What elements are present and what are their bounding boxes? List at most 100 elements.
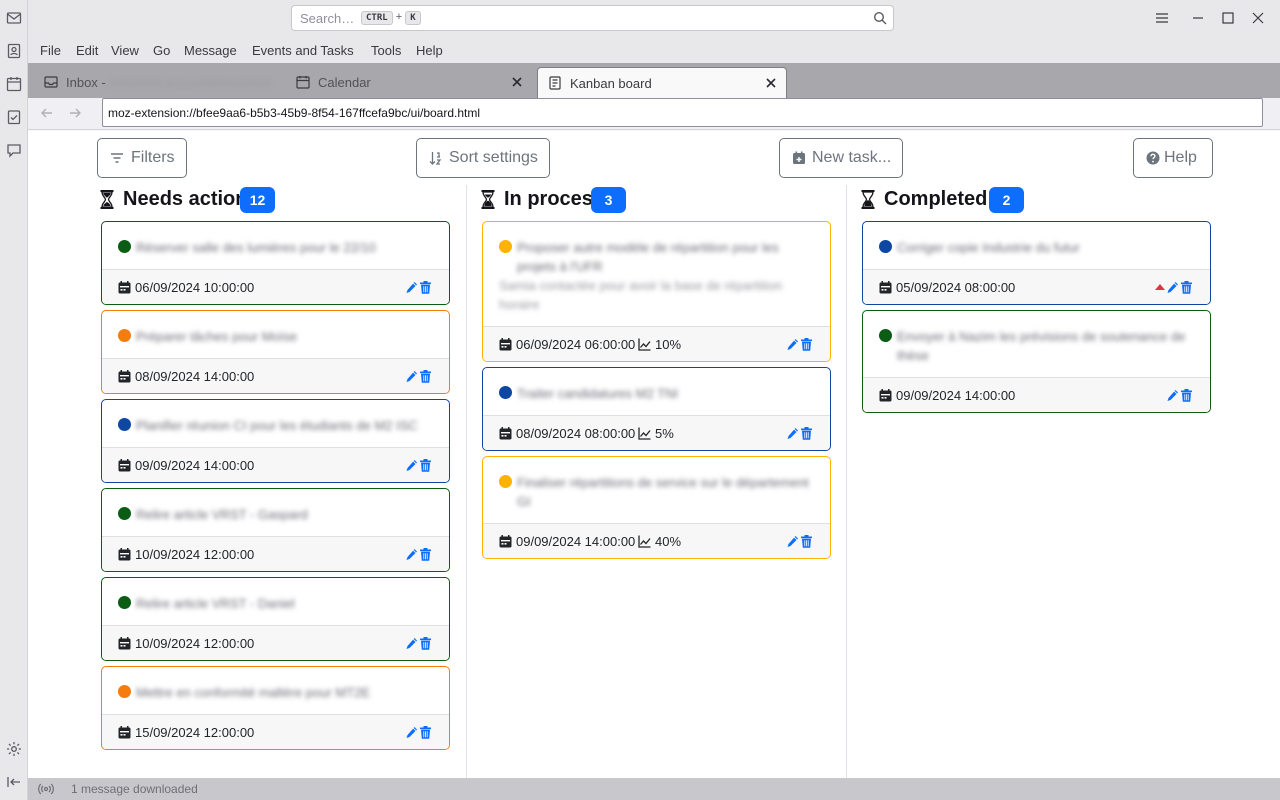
task-title: Finaliser répartitions de service sur le…	[517, 475, 809, 509]
url-field[interactable]: moz-extension://bfee9aa6-b5b3-45b9-8f54-…	[102, 98, 1263, 127]
task-card[interactable]: Traiter candidatures M2 TNI 08/09/2024 08…	[482, 367, 831, 451]
inbox-icon	[44, 75, 58, 89]
settings-gear-icon[interactable]	[6, 741, 22, 757]
menu-file[interactable]: File	[40, 43, 61, 58]
tab-kanban-board[interactable]: Kanban board	[537, 67, 787, 98]
edit-pencil-icon[interactable]	[405, 637, 418, 650]
edit-pencil-icon[interactable]	[405, 726, 418, 739]
minimize-icon[interactable]	[1190, 10, 1206, 26]
tab-inbox[interactable]: Inbox - redacted-account@example	[34, 67, 282, 98]
progress-chart-icon	[638, 338, 651, 351]
task-card[interactable]: Réserver salle des lumières pour le 22/1…	[101, 221, 450, 305]
task-title: Préparer tâches pour Moïse	[136, 329, 298, 344]
menu-message[interactable]: Message	[184, 43, 237, 58]
high-priority-icon	[1155, 284, 1165, 290]
task-description: Samia contactée pour avoir la base de ré…	[499, 278, 783, 312]
edit-pencil-icon[interactable]	[405, 281, 418, 294]
task-card[interactable]: Relire article VRST - Daniel 10/09/2024 1…	[101, 577, 450, 661]
menu-bar: File Edit View Go Message Events and Tas…	[28, 37, 1280, 63]
search-icon[interactable]	[873, 11, 887, 25]
menu-tools[interactable]: Tools	[371, 43, 401, 58]
task-card-footer: 08/09/2024 08:00:00 5%	[483, 415, 830, 450]
collapse-spaces-icon[interactable]	[6, 774, 22, 790]
delete-trash-icon[interactable]	[800, 535, 813, 548]
task-title: Mettre en conformité maltère pour MT2E	[136, 685, 371, 700]
edit-pencil-icon[interactable]	[786, 427, 799, 440]
task-title: Relire article VRST - Daniel	[136, 596, 295, 611]
column-title: In process	[504, 188, 605, 210]
progress-percent: 10%	[655, 337, 682, 352]
edit-pencil-icon[interactable]	[786, 338, 799, 351]
task-card-footer: 15/09/2024 12:00:00	[102, 714, 449, 749]
edit-pencil-icon[interactable]	[405, 548, 418, 561]
global-search-input[interactable]: Search… CTRL + K	[291, 5, 894, 31]
address-book-icon[interactable]	[6, 43, 22, 59]
column-title: Completed	[884, 188, 988, 210]
delete-trash-icon[interactable]	[1180, 281, 1193, 294]
back-arrow-icon[interactable]	[40, 106, 54, 120]
status-dot-icon	[118, 329, 131, 342]
task-card-body: Relire article VRST - Gaspard	[102, 489, 449, 536]
count-badge: 3	[591, 187, 626, 213]
close-tab-icon[interactable]	[510, 75, 524, 89]
menu-help[interactable]: Help	[416, 43, 443, 58]
delete-trash-icon[interactable]	[419, 726, 432, 739]
calendar-icon	[879, 389, 892, 402]
title-bar: Search… CTRL + K	[28, 0, 1280, 37]
delete-trash-icon[interactable]	[419, 370, 432, 383]
filters-button[interactable]: Filters	[97, 138, 187, 178]
chat-icon[interactable]	[6, 142, 22, 158]
edit-pencil-icon[interactable]	[1166, 281, 1179, 294]
status-dot-icon	[879, 329, 892, 342]
close-tab-icon[interactable]	[764, 76, 778, 90]
help-button[interactable]: Help	[1133, 138, 1213, 178]
close-window-icon[interactable]	[1250, 10, 1266, 26]
question-circle-icon	[1146, 151, 1160, 165]
delete-trash-icon[interactable]	[800, 338, 813, 351]
app-menu-icon[interactable]	[1154, 10, 1170, 26]
due-date: 09/09/2024 14:00:00	[135, 458, 255, 473]
task-card[interactable]: Relire article VRST - Gaspard 10/09/2024 …	[101, 488, 450, 572]
edit-pencil-icon[interactable]	[405, 459, 418, 472]
task-card[interactable]: Corriger copie Industrie du futur 05/09/2…	[862, 221, 1211, 305]
task-card[interactable]: Planifier réunion CI pour les étudiants …	[101, 399, 450, 483]
tab-calendar[interactable]: Calendar	[286, 67, 532, 98]
task-card-body: Proposer autre modèle de répartition pou…	[483, 222, 830, 326]
delete-trash-icon[interactable]	[800, 427, 813, 440]
task-card[interactable]: Préparer tâches pour Moïse 08/09/2024 14:…	[101, 310, 450, 394]
menu-edit[interactable]: Edit	[76, 43, 98, 58]
forward-arrow-icon[interactable]	[68, 106, 82, 120]
menu-events-and-tasks[interactable]: Events and Tasks	[252, 43, 354, 58]
sort-settings-button[interactable]: Sort settings	[416, 138, 550, 178]
calendar-icon	[118, 726, 131, 739]
edit-pencil-icon[interactable]	[786, 535, 799, 548]
task-card[interactable]: Finaliser répartitions de service sur le…	[482, 456, 831, 559]
hourglass-icon	[100, 190, 114, 209]
task-card-body: Réserver salle des lumières pour le 22/1…	[102, 222, 449, 269]
delete-trash-icon[interactable]	[419, 281, 432, 294]
url-text: moz-extension://bfee9aa6-b5b3-45b9-8f54-…	[108, 106, 481, 120]
edit-pencil-icon[interactable]	[405, 370, 418, 383]
tab-kanban-label: Kanban board	[570, 76, 652, 91]
due-date: 10/09/2024 12:00:00	[135, 547, 255, 562]
kanban-icon	[548, 76, 562, 90]
task-card[interactable]: Mettre en conformité maltère pour MT2E 15…	[101, 666, 450, 750]
edit-pencil-icon[interactable]	[1166, 389, 1179, 402]
delete-trash-icon[interactable]	[419, 548, 432, 561]
mail-icon[interactable]	[6, 10, 22, 26]
task-card[interactable]: Proposer autre modèle de répartition pou…	[482, 221, 831, 362]
due-date: 09/09/2024 14:00:00	[896, 388, 1016, 403]
due-date: 06/09/2024 06:00:00	[516, 337, 636, 352]
menu-view[interactable]: View	[111, 43, 139, 58]
online-status-icon[interactable]	[38, 782, 54, 796]
tasks-icon[interactable]	[6, 109, 22, 125]
calendar-icon[interactable]	[6, 76, 22, 92]
calendar-icon	[118, 548, 131, 561]
menu-go[interactable]: Go	[153, 43, 170, 58]
delete-trash-icon[interactable]	[1180, 389, 1193, 402]
maximize-icon[interactable]	[1220, 10, 1236, 26]
new-task-button[interactable]: New task...	[779, 138, 903, 178]
delete-trash-icon[interactable]	[419, 459, 432, 472]
delete-trash-icon[interactable]	[419, 637, 432, 650]
task-card[interactable]: Envoyer à Nazim les prévisions de souten…	[862, 310, 1211, 413]
